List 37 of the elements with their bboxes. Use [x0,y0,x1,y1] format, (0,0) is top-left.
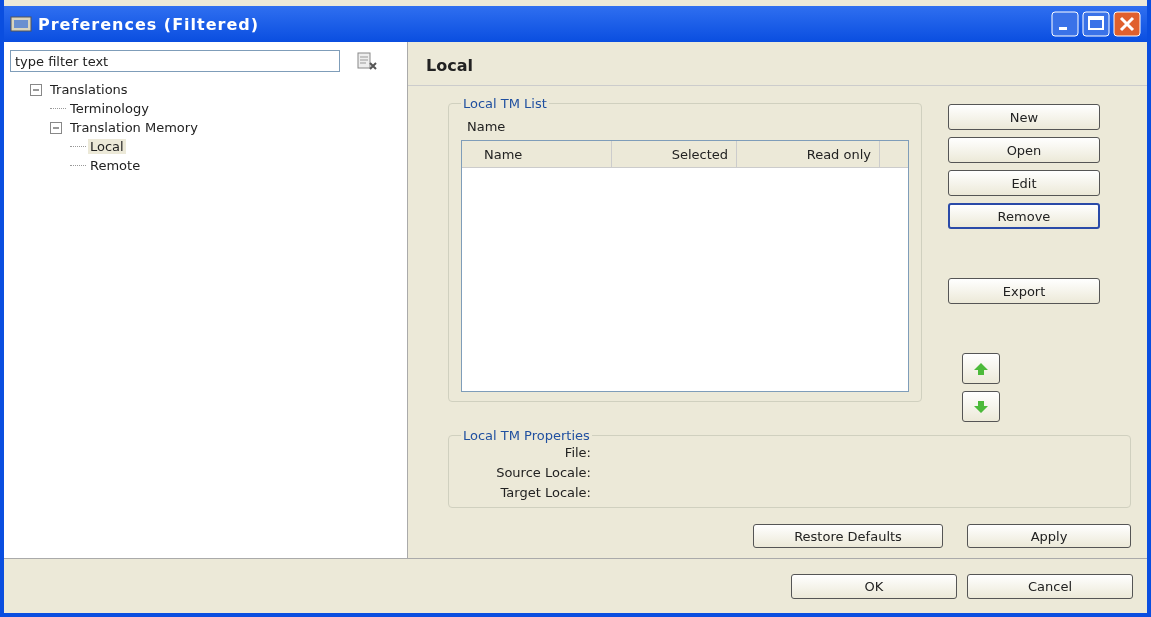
filter-field[interactable]: type filter text [10,50,340,72]
maximize-button[interactable] [1082,11,1110,37]
action-button[interactable]: Remove [948,203,1100,229]
dialog-button[interactable]: Cancel [967,573,1133,599]
tree-item[interactable]: Translation Memory [68,120,200,135]
list-label: Name [467,119,507,134]
tree-item[interactable]: Remote [88,158,143,173]
action-button[interactable]: Open [948,137,1100,163]
close-button[interactable] [1113,11,1141,37]
property-label: Source Locale: [495,464,591,482]
group-title: Local TM Properties [462,428,591,443]
action-button[interactable]: Edit [948,170,1100,196]
tree-item[interactable]: Terminology [68,101,151,116]
minimize-button[interactable] [1051,11,1079,37]
column-header[interactable]: Name [462,141,612,167]
column-header[interactable]: Selected [612,141,737,167]
move-down-button[interactable] [962,391,1000,422]
page-button[interactable]: Restore Defaults [753,524,943,548]
down-arrow-icon [973,399,989,414]
collapse-icon[interactable] [30,83,42,96]
action-button[interactable]: New [948,104,1100,130]
page-title: Local [408,42,1147,86]
clear-filter-icon[interactable] [356,52,378,70]
app-icon [10,15,32,33]
collapse-icon[interactable] [50,121,62,134]
move-up-button[interactable] [962,353,1000,384]
group-title: Local TM List [462,96,548,111]
tree-item[interactable]: Local [88,139,126,154]
dialog-button[interactable]: OK [791,573,957,599]
window-title: Preferences (Filtered) [38,14,260,34]
property-label: Target Locale: [499,484,591,502]
up-arrow-icon [973,361,989,376]
tree-item[interactable]: Translations [48,82,130,97]
property-label: File: [563,444,591,462]
page-button[interactable]: Apply [967,524,1131,548]
action-button[interactable]: Export [948,278,1100,304]
column-header[interactable]: Read only [737,141,880,167]
